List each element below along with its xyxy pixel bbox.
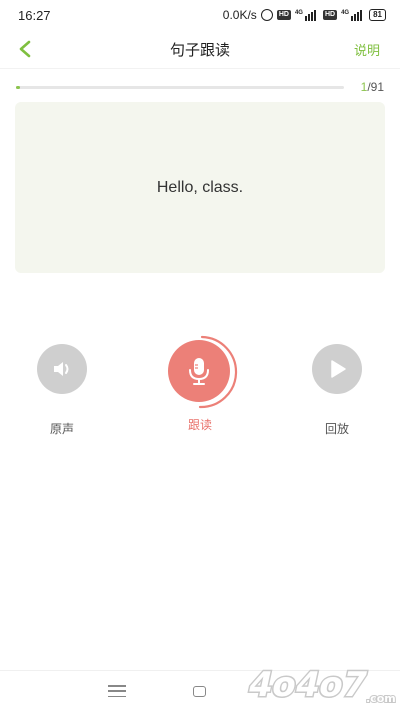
help-button[interactable]: 说明 bbox=[354, 40, 380, 59]
original-audio-control: 原声 bbox=[12, 344, 112, 437]
hd-badge: HD bbox=[276, 10, 291, 20]
record-circle bbox=[168, 340, 230, 402]
divider bbox=[0, 68, 400, 69]
replay-control: 回放 bbox=[287, 344, 387, 437]
nav-bar: 句子跟读 说明 bbox=[0, 30, 400, 68]
signal-icon: 4G bbox=[341, 9, 365, 21]
alarm-icon bbox=[260, 9, 273, 21]
replay-button[interactable] bbox=[312, 344, 362, 394]
battery-icon: 81 bbox=[369, 9, 386, 21]
progress-bar bbox=[16, 86, 344, 89]
sentence-text: Hello, class. bbox=[156, 178, 244, 196]
status-bar: 16:27 0.0K/s HD 4G HD 4G 81 bbox=[0, 0, 400, 30]
sentence-card: Hello, class. bbox=[15, 102, 385, 273]
record-control: 跟读 bbox=[151, 334, 249, 433]
speaker-icon bbox=[54, 362, 69, 376]
play-icon bbox=[331, 360, 346, 378]
svg-text:4o4o7: 4o4o7 bbox=[245, 665, 371, 705]
original-audio-button[interactable] bbox=[37, 344, 87, 394]
progress-fill bbox=[16, 86, 20, 89]
net-speed: 0.0K/s bbox=[222, 8, 257, 22]
microphone-icon bbox=[189, 358, 209, 385]
network-type: 4G bbox=[341, 9, 350, 16]
replay-label: 回放 bbox=[324, 422, 349, 436]
signal-icon: 4G bbox=[294, 9, 319, 21]
network-type: 4G bbox=[294, 9, 303, 16]
svg-text:.com: .com bbox=[366, 692, 396, 705]
hd-badge: HD bbox=[322, 10, 338, 20]
original-audio-label: 原声 bbox=[49, 422, 74, 436]
home-icon[interactable] bbox=[193, 686, 206, 697]
menu-icon[interactable] bbox=[108, 685, 126, 697]
status-time: 16:27 bbox=[18, 8, 51, 23]
progress-total: /91 bbox=[367, 80, 384, 94]
record-label: 跟读 bbox=[187, 418, 212, 432]
record-button[interactable] bbox=[162, 334, 238, 410]
status-icons: 0.0K/s HD 4G HD 4G 81 bbox=[223, 8, 386, 22]
watermark-logo: 4o4o7 .com bbox=[243, 664, 396, 706]
progress-counter: 1/91 bbox=[361, 80, 384, 94]
page-title: 句子跟读 bbox=[169, 42, 230, 59]
